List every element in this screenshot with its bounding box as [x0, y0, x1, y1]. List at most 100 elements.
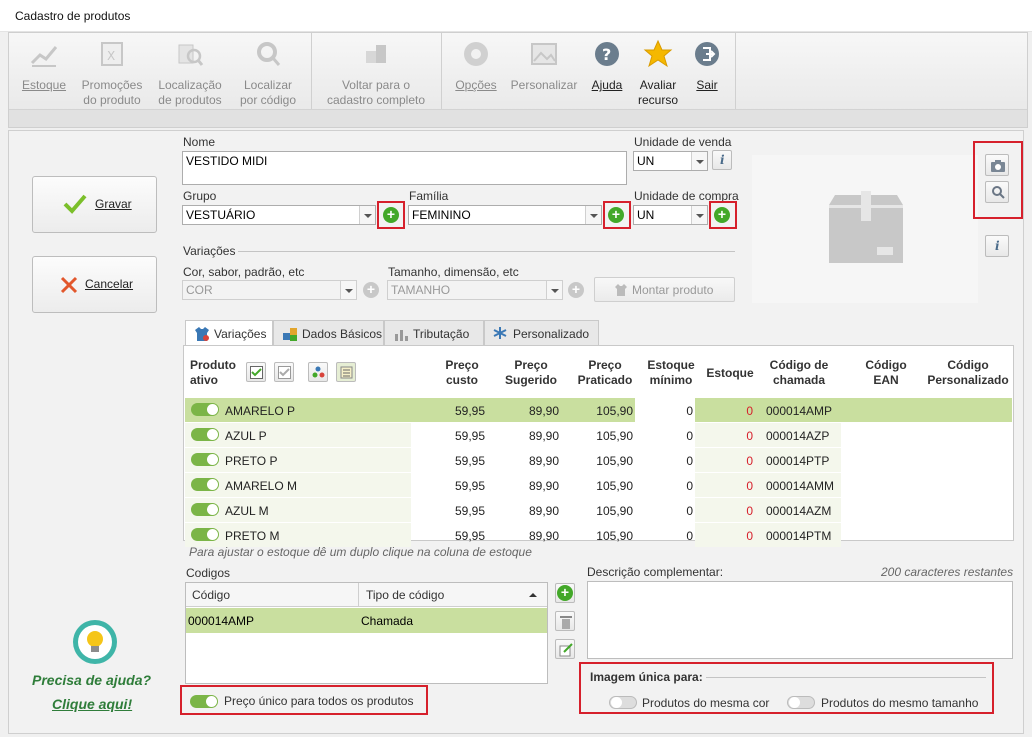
divider	[358, 583, 359, 607]
unidade-compra-select[interactable]: UN	[633, 205, 708, 225]
produto-ativo-toggle[interactable]	[191, 528, 219, 541]
add-tamanho-button[interactable]: +	[568, 282, 584, 298]
list-view-button[interactable]	[336, 362, 356, 382]
delete-codigo-button[interactable]	[555, 611, 575, 631]
opcoes-button[interactable]: Opções	[453, 39, 499, 93]
cell-estoque: 0	[746, 429, 753, 443]
tab-variacoes[interactable]: Variações	[185, 320, 273, 347]
cell-custo: 59,95	[454, 429, 485, 443]
cell-minimo: 0	[686, 479, 693, 493]
highlight-box	[603, 201, 631, 229]
voltar-button[interactable]: Voltar para o cadastro completo	[323, 39, 429, 108]
gear-search-icon	[257, 42, 281, 66]
estoque-button[interactable]: Estoque	[19, 39, 69, 93]
nome-label: Nome	[183, 135, 216, 149]
tab-personalizado[interactable]: Personalizado	[484, 320, 599, 346]
table-row[interactable]: AZUL P 59,95 89,90 105,90 0 0 000014AZP	[185, 423, 1012, 447]
unidade-venda-select[interactable]: UN	[633, 151, 708, 171]
localizar-button[interactable]: Localizar por código	[235, 39, 301, 108]
svg-text:?: ?	[602, 45, 611, 64]
grid-hint: Para ajustar o estoque dê um duplo cliqu…	[189, 545, 532, 559]
descricao-textarea[interactable]	[587, 581, 1013, 659]
trash-icon	[560, 616, 572, 629]
cell-minimo: 0	[686, 529, 693, 543]
table-row[interactable]: AZUL M 59,95 89,90 105,90 0 0 000014AZM	[185, 498, 1012, 522]
cell-sugerido: 89,90	[528, 529, 559, 543]
produto-ativo-toggle[interactable]	[191, 453, 219, 466]
highlight-box	[180, 685, 428, 715]
cell-name: PRETO M	[225, 529, 280, 543]
boxes-icon	[366, 45, 386, 63]
codigos-table: Código Tipo de código 000014AMP Chamada	[185, 582, 548, 684]
add-codigo-button[interactable]: +	[555, 583, 575, 603]
group-button[interactable]	[308, 362, 328, 382]
cell-custo: 59,95	[454, 404, 485, 418]
table-row[interactable]: PRETO M 59,95 89,90 105,90 0 0 000014PTM	[185, 523, 1012, 547]
tab-dados-basicos[interactable]: Dados Básicos	[273, 320, 384, 346]
info-button[interactable]: i	[712, 150, 732, 170]
cancelar-button[interactable]: Cancelar	[32, 256, 157, 313]
produto-ativo-toggle[interactable]	[191, 478, 219, 491]
cell-praticado: 105,90	[596, 479, 633, 493]
exit-icon	[695, 42, 719, 66]
grupo-select[interactable]: VESTUÁRIO	[182, 205, 376, 225]
col-tipo-codigo[interactable]: Tipo de código	[366, 588, 444, 602]
produto-ativo-toggle[interactable]	[191, 503, 219, 516]
table-row[interactable]: AMARELO M 59,95 89,90 105,90 0 0 000014AMM	[185, 473, 1012, 497]
produto-ativo-toggle[interactable]	[191, 403, 219, 416]
montar-produto-button[interactable]: Montar produto	[594, 277, 735, 302]
header-preco-custo: Preço custo	[445, 358, 479, 387]
personalizar-button[interactable]: Personalizar	[509, 39, 579, 93]
col-codigo[interactable]: Código	[192, 588, 230, 602]
add-cor-button[interactable]: +	[363, 282, 379, 298]
chevron-down-icon	[691, 152, 707, 170]
cell-codigo: 000014PTM	[766, 529, 832, 543]
edit-codigo-button[interactable]	[555, 639, 575, 659]
toolbar: Estoque X Promoções do produto Localizaç…	[8, 32, 1028, 128]
cell-praticado: 105,90	[596, 504, 633, 518]
cell-name: AMARELO M	[225, 479, 298, 493]
table-row[interactable]: PRETO P 59,95 89,90 105,90 0 0 000014PTP	[185, 448, 1012, 472]
familia-select[interactable]: FEMININO	[408, 205, 602, 225]
asterisk-icon	[493, 327, 507, 339]
chevron-down-icon	[340, 281, 356, 299]
tamanho-select[interactable]: TAMANHO	[387, 280, 563, 300]
cell-codigo: 000014PTP	[766, 454, 830, 468]
avaliar-button[interactable]: Avaliar recurso	[633, 39, 683, 108]
cor-select[interactable]: COR	[182, 280, 357, 300]
edit-icon	[559, 643, 573, 657]
nome-input[interactable]: VESTIDO MIDI	[182, 151, 627, 185]
localizacao-button[interactable]: Localização de produtos	[155, 39, 225, 108]
cell-praticado: 105,90	[596, 529, 633, 543]
table-row[interactable]: 000014AMP Chamada	[186, 608, 547, 633]
cell-estoque: 0	[746, 504, 753, 518]
table-row[interactable]: AMARELO P 59,95 89,90 105,90 0 0 000014AMP	[185, 398, 1012, 422]
descricao-label: Descrição complementar:	[587, 565, 724, 579]
cell-sugerido: 89,90	[528, 504, 559, 518]
info-icon: i	[995, 239, 1000, 253]
cell-minimo: 0	[686, 454, 693, 468]
promocoes-button[interactable]: X Promoções do produto	[79, 39, 145, 108]
divider	[238, 251, 735, 252]
chevron-down-icon	[585, 206, 601, 224]
star-icon	[643, 39, 673, 68]
sair-button[interactable]: Sair	[691, 39, 723, 93]
gravar-button[interactable]: Gravar	[32, 176, 157, 233]
header-codigo-personalizado: Código Personalizado	[927, 358, 1009, 387]
lightbulb-icon[interactable]	[72, 619, 118, 665]
info-image-button[interactable]: i	[985, 235, 1009, 257]
ajuda-button[interactable]: ? Ajuda	[587, 39, 627, 93]
produto-ativo-toggle[interactable]	[191, 428, 219, 441]
help-link[interactable]: Clique aqui!	[52, 696, 132, 712]
check-all-button[interactable]	[246, 362, 266, 382]
plus-icon: +	[557, 585, 573, 601]
header-estoque-minimo: Estoque mínimo	[647, 358, 695, 387]
cell-estoque: 0	[746, 454, 753, 468]
uncheck-all-button[interactable]	[274, 362, 294, 382]
tab-tributacao[interactable]: Tributação	[384, 320, 484, 346]
cell-sugerido: 89,90	[528, 454, 559, 468]
chevron-down-icon	[546, 281, 562, 299]
grupo-label: Grupo	[183, 189, 217, 203]
highlight-box	[579, 662, 994, 714]
chevron-down-icon	[359, 206, 375, 224]
